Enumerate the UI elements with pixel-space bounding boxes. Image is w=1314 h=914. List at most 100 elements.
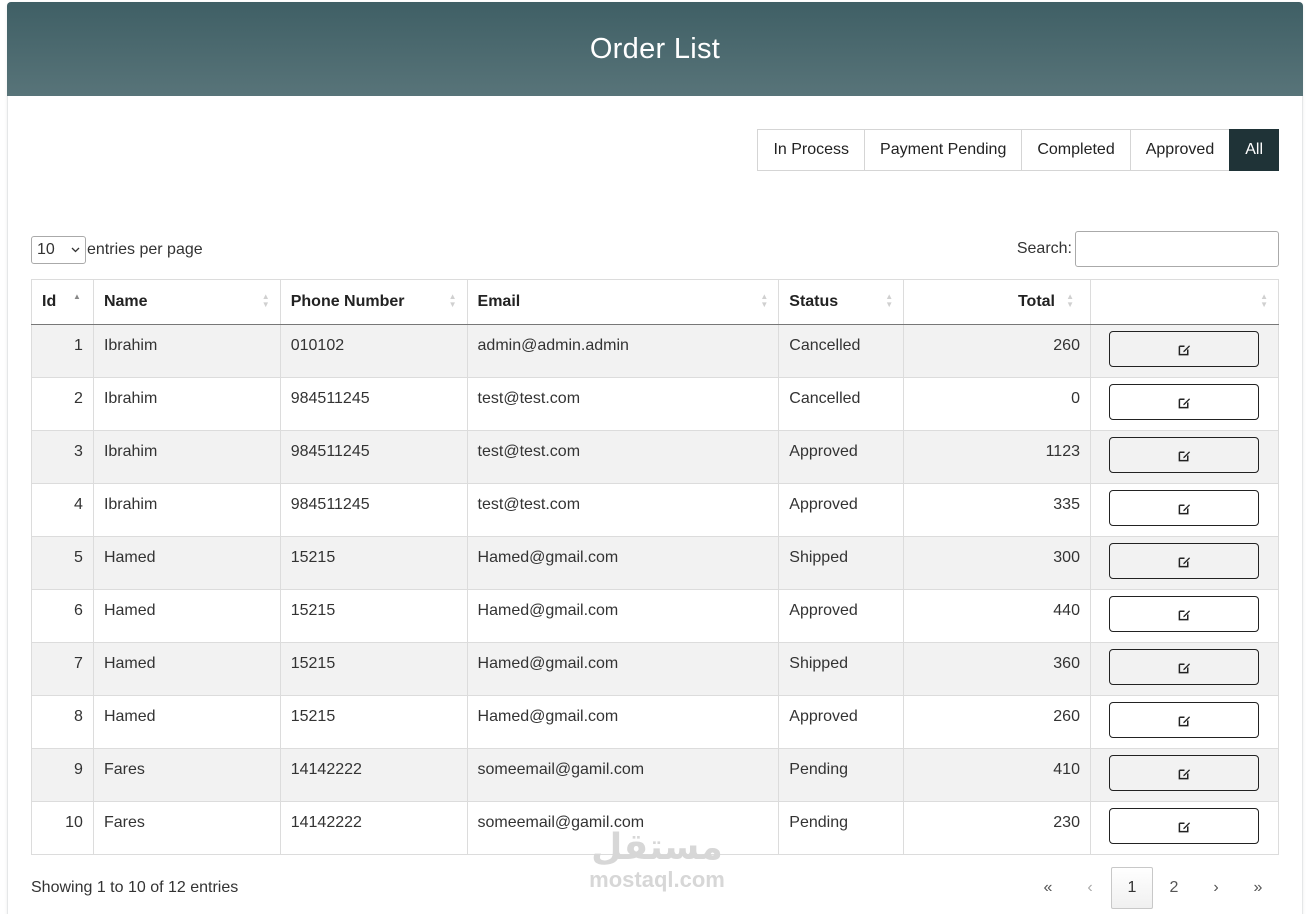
cell-id: 2 bbox=[31, 377, 94, 431]
table-row: 9 Fares 14142222 someemail@gamil.com Pending… bbox=[31, 748, 1280, 802]
column-header-phone[interactable]: Phone Number ▲ ▼ bbox=[279, 279, 468, 325]
column-header-id[interactable]: Id ▲ ▼ bbox=[31, 279, 94, 325]
cell-name: Fares bbox=[92, 748, 281, 802]
sort-icon: ▲ ▼ bbox=[73, 292, 81, 309]
cell-email: test@test.com bbox=[466, 483, 780, 537]
cell-actions bbox=[1089, 377, 1280, 431]
chevron-down-icon bbox=[71, 245, 80, 256]
cell-total: 360 bbox=[903, 642, 1091, 696]
edit-order-button[interactable] bbox=[1109, 649, 1260, 685]
entries-per-page-label: entries per page bbox=[87, 241, 203, 258]
cell-email: Hamed@gmail.com bbox=[466, 642, 780, 696]
cell-email: Hamed@gmail.com bbox=[466, 695, 780, 749]
cell-status: Cancelled bbox=[778, 377, 905, 431]
edit-order-button[interactable] bbox=[1109, 490, 1260, 526]
cell-email: Hamed@gmail.com bbox=[466, 536, 780, 590]
edit-order-button[interactable] bbox=[1109, 808, 1260, 844]
search-area: Search: bbox=[1017, 231, 1279, 267]
sort-icon: ▲ ▼ bbox=[885, 292, 894, 309]
sort-icon: ▲ ▼ bbox=[1066, 292, 1074, 309]
orders-table-body: 1 Ibrahim 010102 admin@admin.admin Cancelled… bbox=[31, 324, 1280, 855]
cell-id: 1 bbox=[31, 324, 94, 378]
cell-actions bbox=[1089, 642, 1280, 696]
sort-icon: ▲ ▼ bbox=[1260, 292, 1268, 309]
cell-actions bbox=[1089, 536, 1280, 590]
filter-payment-pending-button[interactable]: Payment Pending bbox=[864, 129, 1023, 171]
edit-icon bbox=[1178, 555, 1191, 568]
column-header-email[interactable]: Email ▲ ▼ bbox=[466, 279, 780, 325]
table-row: 1 Ibrahim 010102 admin@admin.admin Cancelled… bbox=[31, 324, 1280, 378]
table-row: 7 Hamed 15215 Hamed@gmail.com Shipped 360 bbox=[31, 642, 1280, 696]
edit-order-button[interactable] bbox=[1109, 437, 1260, 473]
cell-status: Approved bbox=[778, 430, 905, 484]
column-header-total[interactable]: Total ▲ ▼ bbox=[903, 279, 1091, 325]
cell-total: 440 bbox=[903, 589, 1091, 643]
pagination-page-1[interactable]: 1 bbox=[1111, 867, 1153, 909]
cell-actions bbox=[1089, 801, 1280, 855]
entries-per-page-value: 10 bbox=[37, 241, 55, 258]
pagination-next-button[interactable]: › bbox=[1195, 867, 1237, 909]
edit-order-button[interactable] bbox=[1109, 331, 1260, 367]
cell-id: 9 bbox=[31, 748, 94, 802]
cell-total: 410 bbox=[903, 748, 1091, 802]
cell-phone: 984511245 bbox=[279, 430, 468, 484]
cell-email: someemail@gamil.com bbox=[466, 801, 780, 855]
cell-name: Fares bbox=[92, 801, 281, 855]
cell-phone: 984511245 bbox=[279, 483, 468, 537]
column-header-status[interactable]: Status ▲ ▼ bbox=[778, 279, 905, 325]
pagination-page-2[interactable]: 2 bbox=[1153, 867, 1195, 909]
pagination-first-button[interactable]: « bbox=[1027, 867, 1069, 909]
edit-order-button[interactable] bbox=[1109, 755, 1260, 791]
cell-email: Hamed@gmail.com bbox=[466, 589, 780, 643]
edit-order-button[interactable] bbox=[1109, 596, 1260, 632]
filter-all-button[interactable]: All bbox=[1229, 129, 1279, 171]
filter-in-process-button[interactable]: In Process bbox=[757, 129, 866, 171]
cell-name: Ibrahim bbox=[92, 430, 281, 484]
cell-status: Approved bbox=[778, 695, 905, 749]
orders-table: Id ▲ ▼ Name ▲ ▼ Phone Number ▲ ▼ Email ▲ ▼ S… bbox=[31, 279, 1280, 855]
cell-name: Ibrahim bbox=[92, 483, 281, 537]
edit-order-button[interactable] bbox=[1109, 384, 1260, 420]
edit-icon bbox=[1178, 661, 1191, 674]
cell-name: Ibrahim bbox=[92, 377, 281, 431]
cell-total: 335 bbox=[903, 483, 1091, 537]
edit-order-button[interactable] bbox=[1109, 543, 1260, 579]
cell-phone: 15215 bbox=[279, 536, 468, 590]
cell-id: 4 bbox=[31, 483, 94, 537]
cell-email: admin@admin.admin bbox=[466, 324, 780, 378]
cell-total: 1123 bbox=[903, 430, 1091, 484]
table-info: Showing 1 to 10 of 12 entries bbox=[31, 879, 239, 896]
cell-actions bbox=[1089, 430, 1280, 484]
pagination: « ‹ 1 2 › » bbox=[1027, 867, 1279, 909]
column-header-actions[interactable]: ▲ ▼ bbox=[1089, 279, 1280, 325]
table-row: 2 Ibrahim 984511245 test@test.com Cancelled 0 bbox=[31, 377, 1280, 431]
cell-actions bbox=[1089, 748, 1280, 802]
filter-approved-button[interactable]: Approved bbox=[1129, 129, 1231, 171]
cell-phone: 14142222 bbox=[279, 748, 468, 802]
cell-name: Ibrahim bbox=[92, 324, 281, 378]
sort-icon: ▲ ▼ bbox=[261, 292, 270, 309]
cell-status: Shipped bbox=[778, 536, 905, 590]
cell-status: Approved bbox=[778, 589, 905, 643]
pagination-prev-button[interactable]: ‹ bbox=[1069, 867, 1111, 909]
edit-order-button[interactable] bbox=[1109, 702, 1260, 738]
cell-id: 3 bbox=[31, 430, 94, 484]
cell-total: 0 bbox=[903, 377, 1091, 431]
cell-name: Hamed bbox=[92, 642, 281, 696]
cell-actions bbox=[1089, 324, 1280, 378]
status-filter-group: In Process Payment Pending Completed App… bbox=[757, 129, 1279, 171]
search-input[interactable] bbox=[1075, 231, 1279, 267]
filter-completed-button[interactable]: Completed bbox=[1021, 129, 1131, 171]
edit-icon bbox=[1178, 767, 1191, 780]
cell-id: 8 bbox=[31, 695, 94, 749]
page-header: Order List bbox=[7, 2, 1303, 96]
cell-email: someemail@gamil.com bbox=[466, 748, 780, 802]
edit-icon bbox=[1178, 820, 1191, 833]
cell-actions bbox=[1089, 483, 1280, 537]
pagination-last-button[interactable]: » bbox=[1237, 867, 1279, 909]
table-row: 8 Hamed 15215 Hamed@gmail.com Approved 260 bbox=[31, 695, 1280, 749]
column-header-name[interactable]: Name ▲ ▼ bbox=[92, 279, 281, 325]
table-row: 4 Ibrahim 984511245 test@test.com Approved 33… bbox=[31, 483, 1280, 537]
cell-id: 10 bbox=[31, 801, 94, 855]
entries-per-page-select[interactable]: 10 bbox=[31, 236, 86, 264]
